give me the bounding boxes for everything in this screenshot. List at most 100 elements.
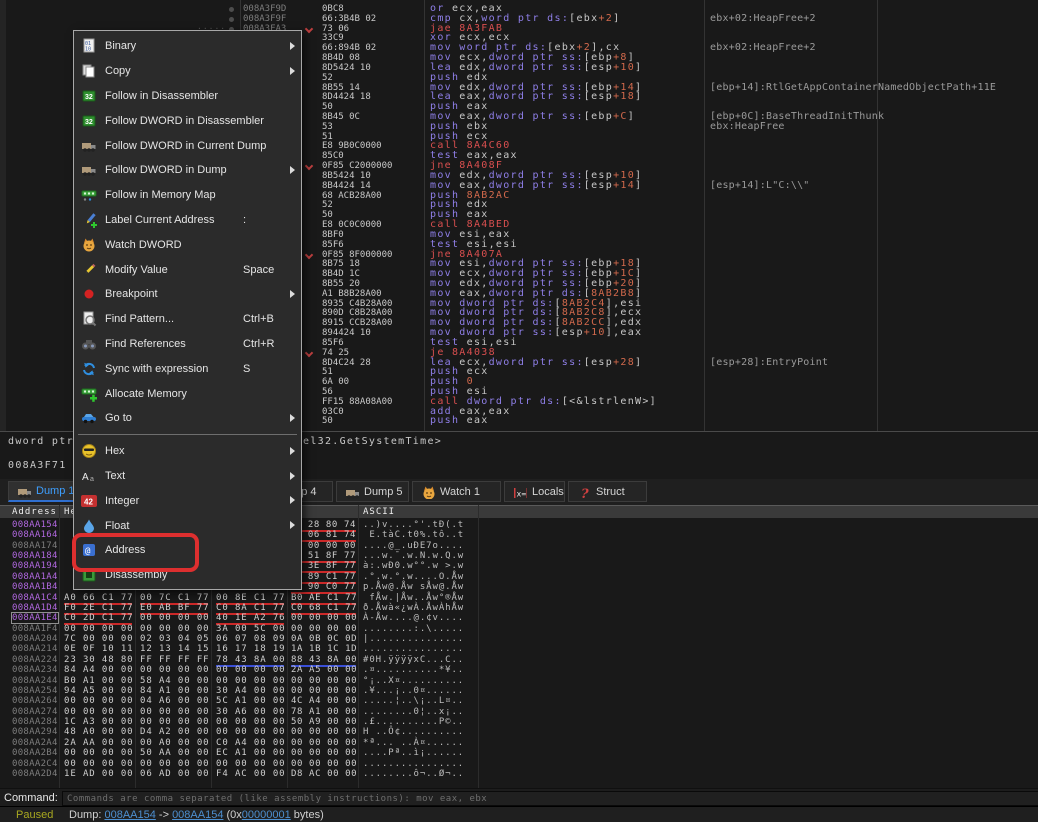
- dump-hex-group[interactable]: 00 00 00 00: [64, 696, 132, 706]
- dump-hex-group[interactable]: B0 A1 00 00: [64, 676, 132, 686]
- dump-hex-group[interactable]: 1E AD 00 00: [64, 769, 132, 779]
- dump-hex-group[interactable]: D8 AC 00 00: [291, 769, 356, 779]
- dump-row[interactable]: 008AA1D4F0 2E C1 77E0 AB BF 77C0 8A C1 7…: [0, 603, 1038, 613]
- dump-hex-group[interactable]: 1C A3 00 00: [64, 717, 132, 727]
- dump-row[interactable]: 008AA1F400 00 00 0000 00 00 003A 00 5C 0…: [0, 624, 1038, 634]
- menu-item-go-to[interactable]: Go to: [74, 406, 301, 431]
- menu-item-hex[interactable]: Hex: [74, 439, 301, 464]
- command-input[interactable]: [62, 791, 1038, 806]
- dump-hex-group[interactable]: 06 AD 00 00: [140, 769, 208, 779]
- dump-hex-group[interactable]: 04 A6 00 00: [140, 696, 208, 706]
- dump-hex-group[interactable]: 00 00 00 00: [291, 676, 356, 686]
- dump-hex-group[interactable]: 00 00 00 00: [64, 748, 132, 758]
- menu-item-disassembly[interactable]: Disassembly: [74, 563, 301, 588]
- menu-item-copy[interactable]: Copy: [74, 59, 301, 84]
- dump-hex-group[interactable]: 00 00 00 00: [291, 686, 356, 696]
- breakpoint-dot-icon[interactable]: [229, 7, 234, 12]
- dump-hex-group[interactable]: 00 00 00 00: [140, 665, 208, 675]
- dump-hex-group[interactable]: 00 00 00 00: [64, 624, 132, 634]
- menu-item-address[interactable]: @Address: [74, 538, 301, 563]
- menu-item-follow-dword-in-disassembler[interactable]: 32Follow DWORD in Disassembler: [74, 108, 301, 133]
- menu-item-float[interactable]: Float: [74, 513, 301, 538]
- menu-item-label-current-address[interactable]: Label Current Address:: [74, 208, 301, 233]
- dump-hex-group[interactable]: 84 A1 00 00: [140, 686, 208, 696]
- menu-item-binary[interactable]: 0110Binary: [74, 34, 301, 59]
- dump-hex-group[interactable]: 3A 00 5C 00: [216, 624, 284, 634]
- dump-hex-group[interactable]: 78 A1 00 00: [291, 707, 356, 717]
- dump-hex-group[interactable]: C0 A4 00 00: [216, 738, 284, 748]
- menu-item-watch-dword[interactable]: Watch DWORD: [74, 232, 301, 257]
- menu-item-allocate-memory[interactable]: Allocate Memory: [74, 381, 301, 406]
- menu-item-follow-in-memory-map[interactable]: Follow in Memory Map: [74, 183, 301, 208]
- dump-hex-group[interactable]: 30 A6 00 00: [216, 707, 284, 717]
- menu-item-follow-dword-in-current-dump[interactable]: Follow DWORD in Current Dump: [74, 133, 301, 158]
- dump-hex-group[interactable]: 00 00 00 00: [64, 707, 132, 717]
- dump-row[interactable]: 008AA26400 00 00 0004 A6 00 005C A1 00 0…: [0, 696, 1038, 706]
- dump-hex-group[interactable]: 84 A4 00 00: [64, 665, 132, 675]
- dump-hex-group[interactable]: 94 A5 00 00: [64, 686, 132, 696]
- dump-hex-group[interactable]: 30 A4 00 00: [216, 686, 284, 696]
- menu-item-modify-value[interactable]: Modify ValueSpace: [74, 257, 301, 282]
- dump-row[interactable]: 008AA22423 30 48 80FF FF FF FF78 43 8A 0…: [0, 655, 1038, 665]
- status-dump-to-link[interactable]: 008AA154: [172, 809, 223, 821]
- dump-hex-group[interactable]: 00 00 00 00: [216, 665, 284, 675]
- tab-watch-1[interactable]: Watch 1: [412, 481, 501, 502]
- status-size-link[interactable]: 00000001: [242, 809, 291, 821]
- dump-row[interactable]: 008AA1C4A0 66 C1 7700 7C C1 7700 8E C1 7…: [0, 593, 1038, 603]
- breakpoint-dot-icon[interactable]: [229, 17, 234, 22]
- menu-item-follow-dword-in-dump[interactable]: Follow DWORD in Dump: [74, 158, 301, 183]
- dump-hex-group[interactable]: 00 00 00 00: [216, 717, 284, 727]
- dump-hex-group[interactable]: 00 00 00 00: [140, 717, 208, 727]
- dump-hex-group[interactable]: 00 00 00 00: [216, 676, 284, 686]
- dump-hex-group[interactable]: 5C A1 00 00: [216, 696, 284, 706]
- dump-hex-group[interactable]: 00 00 00 00: [64, 759, 132, 769]
- dump-hex-group[interactable]: 2A A5 00 00: [291, 665, 356, 675]
- tab-struct[interactable]: ?Struct: [568, 481, 647, 502]
- dump-hex-group[interactable]: 00 00 00 00: [291, 727, 356, 737]
- dump-hex-group[interactable]: 00 00 00 00: [291, 748, 356, 758]
- dump-hex-group[interactable]: 06 07 08 09: [216, 634, 284, 644]
- status-dump-from-link[interactable]: 008AA154: [104, 809, 155, 821]
- disasm-row[interactable]: 008A3F9F66:3B4B 02cmp cx,word ptr ds:[eb…: [0, 14, 1038, 24]
- tab-dump-5[interactable]: Dump 5: [336, 481, 409, 502]
- tab-locals[interactable]: x=Locals: [504, 481, 565, 502]
- menu-item-find-pattern[interactable]: Find Pattern...Ctrl+B: [74, 307, 301, 332]
- dump-row[interactable]: 008AA2A42A AA 00 0000 A0 00 00C0 A4 00 0…: [0, 738, 1038, 748]
- dump-hex-group[interactable]: 02 03 04 05: [140, 634, 208, 644]
- dump-hex-group[interactable]: 12 13 14 15: [140, 644, 208, 654]
- menu-item-find-references[interactable]: Find ReferencesCtrl+R: [74, 332, 301, 357]
- dump-hex-group[interactable]: 7C 00 00 00: [64, 634, 132, 644]
- dump-row[interactable]: 008AA2D41E AD 00 0006 AD 00 00F4 AC 00 0…: [0, 769, 1038, 779]
- dump-hex-group[interactable]: 00 00 00 00: [291, 624, 356, 634]
- dump-hex-group[interactable]: 00 00 00 00: [140, 624, 208, 634]
- dump-hex-group[interactable]: 00 00 00 00: [291, 738, 356, 748]
- dump-hex-group[interactable]: 00 00 00 00: [291, 613, 356, 623]
- dump-row[interactable]: 008AA2C400 00 00 0000 00 00 0000 00 00 0…: [0, 759, 1038, 769]
- dump-hex-group[interactable]: 23 30 48 80: [64, 655, 132, 665]
- dump-row[interactable]: 008AA244B0 A1 00 0058 A4 00 0000 00 00 0…: [0, 676, 1038, 686]
- dump-row[interactable]: 008AA2B400 00 00 0050 AA 00 00EC A1 00 0…: [0, 748, 1038, 758]
- dump-row[interactable]: 008AA1E4C0 2D C1 7700 00 00 0040 1E A2 7…: [0, 613, 1038, 623]
- dump-hex-group[interactable]: 50 A9 00 00: [291, 717, 356, 727]
- dump-row[interactable]: 008AA2841C A3 00 0000 00 00 0000 00 00 0…: [0, 717, 1038, 727]
- menu-item-follow-in-disassembler[interactable]: 32Follow in Disassembler: [74, 84, 301, 109]
- dump-hex-group[interactable]: 00 00 00 00: [140, 707, 208, 717]
- dump-row[interactable]: 008AA27400 00 00 0000 00 00 0030 A6 00 0…: [0, 707, 1038, 717]
- menu-item-sync-with-expression[interactable]: Sync with expressionS: [74, 356, 301, 381]
- tab-dump-1[interactable]: Dump 1: [8, 481, 74, 502]
- dump-hex-group[interactable]: 00 00 00 00: [140, 613, 208, 623]
- dump-hex-group[interactable]: EC A1 00 00: [216, 748, 284, 758]
- dump-row[interactable]: 008AA29448 A0 00 00D4 A2 00 0000 00 00 0…: [0, 727, 1038, 737]
- dump-hex-group[interactable]: 4C A4 00 00: [291, 696, 356, 706]
- dump-hex-group[interactable]: 16 17 18 19: [216, 644, 284, 654]
- menu-item-breakpoint[interactable]: Breakpoint: [74, 282, 301, 307]
- dump-hex-group[interactable]: 00 A0 00 00: [140, 738, 208, 748]
- dump-hex-group[interactable]: 2A AA 00 00: [64, 738, 132, 748]
- dump-hex-group[interactable]: 00 00 00 00: [291, 759, 356, 769]
- dump-hex-group[interactable]: 00 00 00 00: [216, 759, 284, 769]
- dump-hex-group[interactable]: 0E 0F 10 11: [64, 644, 132, 654]
- dump-hex-group[interactable]: 58 A4 00 00: [140, 676, 208, 686]
- dump-row[interactable]: 008AA23484 A4 00 0000 00 00 0000 00 00 0…: [0, 665, 1038, 675]
- dump-hex-group[interactable]: 00 00 00 00: [140, 759, 208, 769]
- dump-row[interactable]: 008AA25494 A5 00 0084 A1 00 0030 A4 00 0…: [0, 686, 1038, 696]
